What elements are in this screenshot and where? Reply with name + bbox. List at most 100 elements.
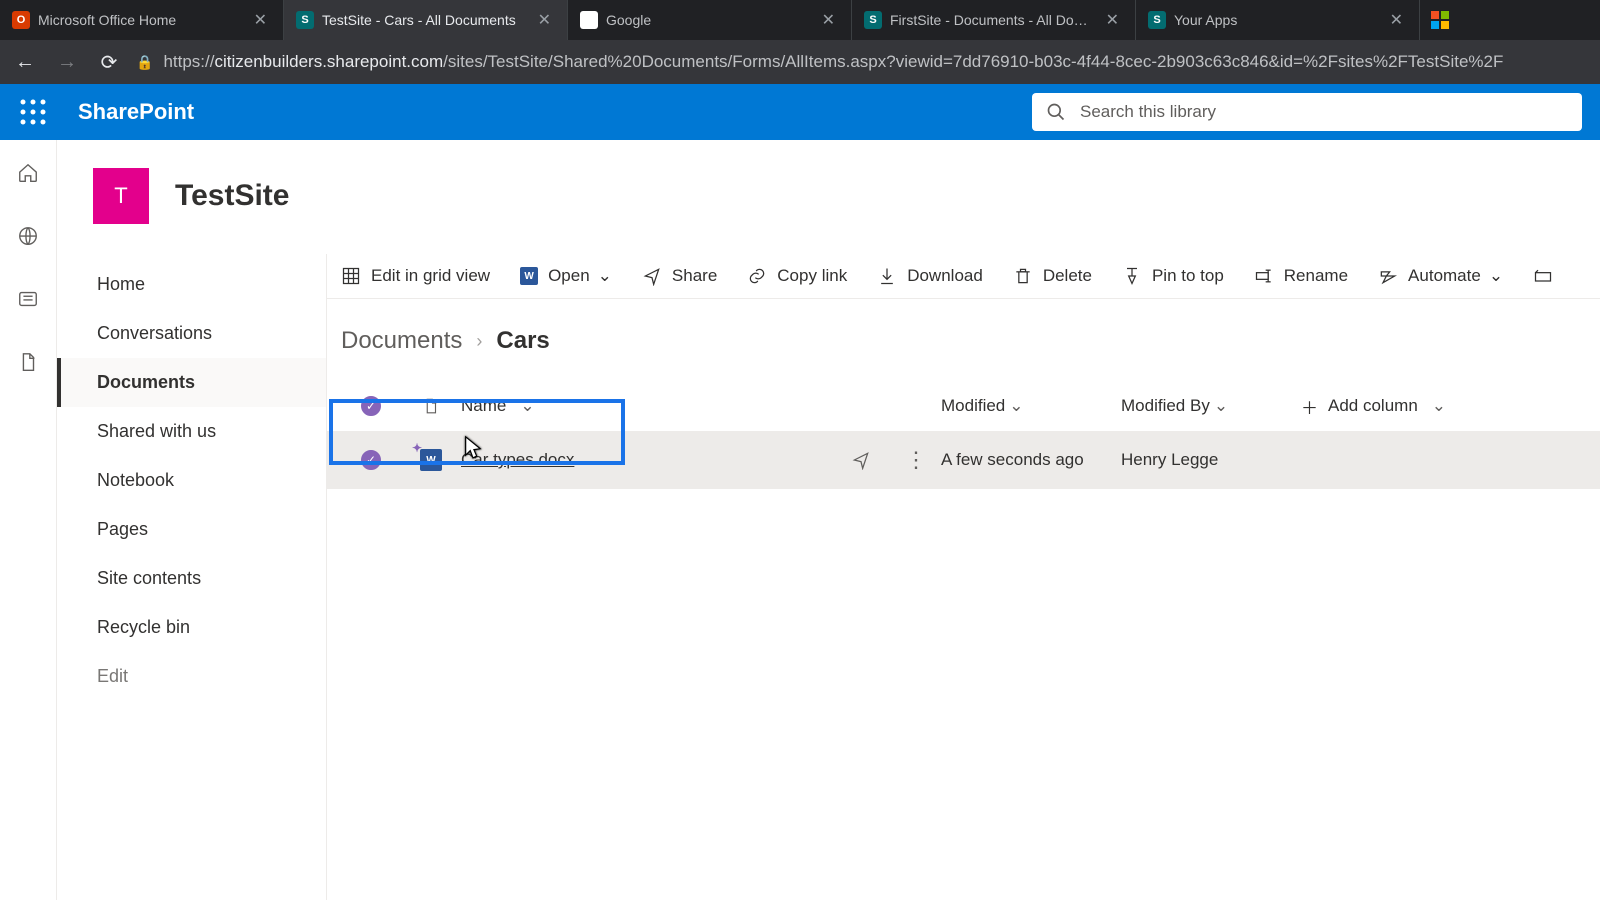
forward-button[interactable]: → xyxy=(52,47,82,77)
share-button[interactable]: Share xyxy=(642,266,717,286)
word-icon: W xyxy=(520,267,538,285)
chevron-down-icon: ⌄ xyxy=(1214,396,1228,415)
open-button[interactable]: W Open ⌄ xyxy=(520,266,612,286)
chevron-down-icon: ⌄ xyxy=(1432,396,1446,416)
document-library: Edit in grid view W Open ⌄ Share Copy li… xyxy=(327,254,1600,900)
site-logo[interactable]: T xyxy=(93,168,149,224)
sharepoint-icon: S xyxy=(296,11,314,29)
url-field[interactable]: 🔒 https://citizenbuilders.sharepoint.com… xyxy=(136,52,1590,72)
tab-title: Your Apps xyxy=(1174,12,1378,28)
nav-documents[interactable]: Documents xyxy=(57,358,326,407)
edit-grid-button[interactable]: Edit in grid view xyxy=(341,266,490,286)
row-more-button[interactable]: ⋮ xyxy=(891,447,941,473)
delete-button[interactable]: Delete xyxy=(1013,266,1092,286)
modifiedby-cell: Henry Legge xyxy=(1121,450,1301,470)
sharepoint-icon: S xyxy=(1148,11,1166,29)
tab-title: Google xyxy=(606,12,810,28)
suite-bar: SharePoint xyxy=(0,84,1600,140)
app-rail xyxy=(0,140,57,900)
rename-button[interactable]: Rename xyxy=(1254,266,1348,286)
chevron-right-icon: › xyxy=(476,331,482,352)
search-input[interactable] xyxy=(1080,102,1568,122)
globe-icon[interactable] xyxy=(17,225,39,252)
file-type-icon: W✦ xyxy=(401,449,461,471)
nav-pages[interactable]: Pages xyxy=(57,505,326,554)
command-bar: Edit in grid view W Open ⌄ Share Copy li… xyxy=(327,254,1600,299)
plus-icon: ＋ xyxy=(1301,394,1318,419)
nav-notebook[interactable]: Notebook xyxy=(57,456,326,505)
browser-tab[interactable]: G Google ✕ xyxy=(568,0,852,40)
search-box[interactable] xyxy=(1032,93,1582,131)
word-icon: W✦ xyxy=(420,449,442,471)
site-header: T TestSite xyxy=(57,140,1600,254)
file-icon xyxy=(422,395,440,417)
overflow-button[interactable] xyxy=(1533,266,1553,286)
download-button[interactable]: Download xyxy=(877,266,983,286)
close-icon[interactable]: ✕ xyxy=(1386,10,1407,30)
search-icon xyxy=(1046,102,1066,122)
nav-site-contents[interactable]: Site contents xyxy=(57,554,326,603)
browser-tab-active[interactable]: S TestSite - Cars - All Documents ✕ xyxy=(284,0,568,40)
copy-link-button[interactable]: Copy link xyxy=(747,266,847,286)
left-nav: Home Conversations Documents Shared with… xyxy=(57,254,327,900)
news-icon[interactable] xyxy=(17,288,39,315)
app-launcher-icon[interactable] xyxy=(18,97,48,127)
automate-button[interactable]: Automate ⌄ xyxy=(1378,266,1503,286)
nav-edit[interactable]: Edit xyxy=(57,652,326,701)
pin-button[interactable]: Pin to top xyxy=(1122,266,1224,286)
row-checkbox[interactable]: ✓ xyxy=(341,450,401,470)
file-icon[interactable] xyxy=(17,351,39,378)
nav-home[interactable]: Home xyxy=(57,260,326,309)
share-row-button[interactable] xyxy=(831,450,891,470)
trash-icon xyxy=(1013,266,1033,286)
ms-logo xyxy=(1420,0,1460,40)
tab-title: Microsoft Office Home xyxy=(38,12,242,28)
modified-column-header[interactable]: Modified⌄ xyxy=(941,396,1121,416)
site-title: TestSite xyxy=(175,179,289,213)
back-button[interactable]: ← xyxy=(10,47,40,77)
google-icon: G xyxy=(580,11,598,29)
more-icon xyxy=(1533,266,1553,286)
name-column-header[interactable]: Name⌄ xyxy=(461,396,831,416)
type-column[interactable] xyxy=(401,395,461,417)
select-all[interactable]: ✓ xyxy=(341,396,401,416)
chevron-down-icon: ⌄ xyxy=(598,266,612,286)
breadcrumb-current: Cars xyxy=(496,327,549,355)
nav-shared[interactable]: Shared with us xyxy=(57,407,326,456)
office-icon: O xyxy=(12,11,30,29)
product-name[interactable]: SharePoint xyxy=(78,99,194,125)
download-icon xyxy=(877,266,897,286)
reload-button[interactable]: ⟳ xyxy=(94,47,124,77)
browser-tab[interactable]: S Your Apps ✕ xyxy=(1136,0,1420,40)
nav-conversations[interactable]: Conversations xyxy=(57,309,326,358)
sharepoint-icon: S xyxy=(864,11,882,29)
new-indicator-icon: ✦ xyxy=(412,441,422,455)
close-icon[interactable]: ✕ xyxy=(250,10,271,30)
close-icon[interactable]: ✕ xyxy=(534,10,555,30)
add-column-button[interactable]: ＋Add column⌄ xyxy=(1301,394,1586,419)
list-header: ✓ Name⌄ Modified⌄ Modified By⌄ ＋Add colu… xyxy=(327,381,1600,431)
grid-icon xyxy=(341,266,361,286)
tab-title: FirstSite - Documents - All Docu… xyxy=(890,12,1094,28)
share-icon xyxy=(642,266,662,286)
close-icon[interactable]: ✕ xyxy=(818,10,839,30)
browser-tab[interactable]: S FirstSite - Documents - All Docu… ✕ xyxy=(852,0,1136,40)
rename-icon xyxy=(1254,266,1274,286)
url-text: https://citizenbuilders.sharepoint.com/s… xyxy=(163,52,1503,72)
link-icon xyxy=(747,266,767,286)
home-icon[interactable] xyxy=(17,162,39,189)
pin-icon xyxy=(1122,266,1142,286)
chevron-down-icon: ⌄ xyxy=(1009,396,1023,415)
flow-icon xyxy=(1378,266,1398,286)
modifiedby-column-header[interactable]: Modified By⌄ xyxy=(1121,396,1301,416)
list-row[interactable]: ✓ W✦ Car types.docx ⋮ A few seconds ago … xyxy=(327,431,1600,489)
browser-tab-strip: O Microsoft Office Home ✕ S TestSite - C… xyxy=(0,0,1600,40)
nav-recycle-bin[interactable]: Recycle bin xyxy=(57,603,326,652)
file-name-link[interactable]: Car types.docx xyxy=(461,450,574,470)
tab-title: TestSite - Cars - All Documents xyxy=(322,12,526,28)
chevron-down-icon: ⌄ xyxy=(1489,266,1503,286)
modified-cell: A few seconds ago xyxy=(941,450,1121,470)
breadcrumb-parent[interactable]: Documents xyxy=(341,327,462,355)
close-icon[interactable]: ✕ xyxy=(1102,10,1123,30)
browser-tab[interactable]: O Microsoft Office Home ✕ xyxy=(0,0,284,40)
